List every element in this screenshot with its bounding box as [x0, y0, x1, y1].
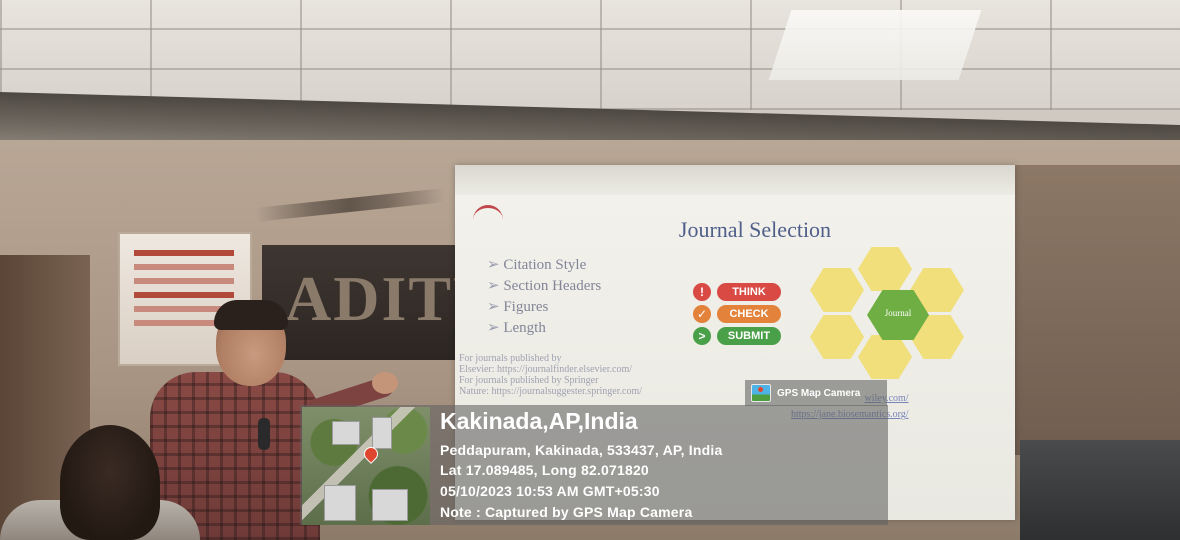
hexagon-tile	[858, 335, 912, 379]
presenter-hair	[214, 300, 288, 330]
ceiling	[0, 0, 1180, 110]
tcs-label: SUBMIT	[717, 327, 781, 345]
gps-coordinates: Lat 17.089485, Long 82.071820	[440, 462, 649, 478]
right-wall-board	[1010, 165, 1180, 455]
tcs-row: ✓ CHECK	[693, 305, 781, 323]
gps-badge-label: GPS Map Camera	[777, 387, 861, 399]
gps-camera-badge: GPS Map Camera	[745, 380, 887, 406]
hexagon-center-label: Journal	[884, 308, 912, 318]
checkmark-icon: ✓	[693, 305, 711, 323]
tcs-row: ! THINK	[693, 283, 781, 301]
map-camera-icon	[751, 384, 771, 402]
satellite-map-thumbnail	[302, 407, 430, 525]
map-building	[324, 485, 356, 521]
presenter-hand	[372, 372, 398, 394]
gps-datetime: 05/10/2023 10:53 AM GMT+05:30	[440, 483, 660, 499]
screen-top-shade	[455, 165, 1015, 195]
arrow-icon: >	[693, 327, 711, 345]
bullet-item: Citation Style	[487, 255, 601, 276]
right-desk	[1020, 440, 1180, 540]
reference-line: Elsevier: https://journalfinder.elsevier…	[459, 364, 633, 375]
map-building	[332, 421, 360, 445]
map-building	[372, 417, 392, 449]
think-check-submit-logo: ! THINK ✓ CHECK > SUBMIT	[693, 283, 781, 349]
microphone-icon	[258, 418, 270, 450]
reference-line: For journals published by	[459, 353, 562, 364]
lecture-photo: ADITYA Journal Selection Citation Style …	[0, 0, 1180, 540]
tcs-row: > SUBMIT	[693, 327, 781, 345]
gps-address: Peddapuram, Kakinada, 533437, AP, India	[440, 442, 723, 458]
hexagon-tile	[810, 268, 864, 312]
hexagon-tile	[858, 247, 912, 291]
gps-city: Kakinada,AP,India	[440, 408, 638, 434]
tcs-label: CHECK	[717, 305, 781, 323]
map-building	[372, 489, 408, 521]
slide-logo-icon	[473, 205, 503, 230]
slide-bullets: Citation Style Section Headers Figures L…	[487, 255, 601, 339]
bullet-item: Figures	[487, 297, 601, 318]
reference-line: Nature: https://journalsuggester.springe…	[459, 386, 643, 397]
tcs-label: THINK	[717, 283, 781, 301]
gps-note: Note : Captured by GPS Map Camera	[440, 504, 693, 520]
bullet-item: Section Headers	[487, 276, 601, 297]
slide-references: For journals published by Elsevier: http…	[459, 353, 642, 397]
slide-title: Journal Selection	[678, 217, 832, 242]
exclamation-icon: !	[693, 283, 711, 301]
hexagon-tile	[810, 315, 864, 359]
reference-line: For journals published by Springer	[459, 375, 599, 386]
audience-head	[60, 425, 160, 540]
ceiling-light	[768, 10, 982, 80]
bullet-item: Length	[487, 318, 601, 339]
